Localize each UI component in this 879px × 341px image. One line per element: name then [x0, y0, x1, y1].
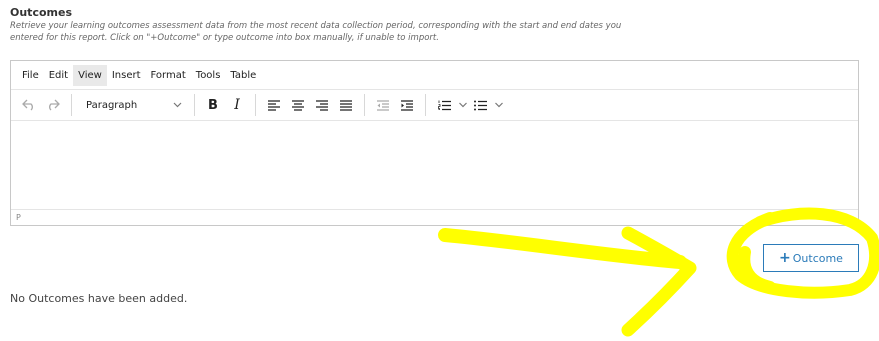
outdent-icon — [377, 99, 389, 111]
menu-edit[interactable]: Edit — [44, 65, 73, 86]
menu-file[interactable]: File — [17, 65, 44, 86]
editor-content-area[interactable] — [11, 121, 858, 209]
bullet-list-button[interactable] — [468, 93, 504, 117]
align-justify-icon — [340, 99, 352, 111]
bold-button[interactable]: B — [201, 93, 225, 117]
numbered-list-main[interactable] — [432, 93, 456, 117]
indent-icon — [401, 99, 413, 111]
align-justify-button[interactable] — [334, 93, 358, 117]
numbered-list-button[interactable] — [432, 93, 468, 117]
italic-icon: I — [234, 97, 240, 113]
chevron-down-icon — [173, 102, 182, 108]
chevron-down-icon[interactable] — [494, 102, 504, 108]
empty-state-message: No Outcomes have been added. — [10, 292, 188, 305]
bullet-list-icon — [473, 100, 487, 110]
menu-table[interactable]: Table — [225, 65, 261, 86]
rich-text-editor: File Edit View Insert Format Tools Table… — [10, 60, 859, 226]
editor-toolbar: Paragraph B I — [11, 89, 858, 121]
plus-icon: + — [779, 250, 791, 266]
align-right-icon — [316, 99, 328, 111]
toolbar-divider — [364, 94, 365, 116]
undo-icon — [22, 99, 33, 111]
toolbar-divider — [425, 94, 426, 116]
block-format-value: Paragraph — [86, 99, 138, 111]
indent-button[interactable] — [395, 93, 419, 117]
menu-format[interactable]: Format — [146, 65, 191, 86]
add-outcome-label: Outcome — [792, 251, 843, 265]
align-left-icon — [268, 99, 280, 111]
undo-button[interactable] — [17, 93, 41, 117]
align-left-button[interactable] — [262, 93, 286, 117]
align-center-icon — [292, 99, 304, 111]
bold-icon: B — [208, 97, 218, 113]
element-path[interactable]: P — [16, 213, 21, 222]
block-format-select[interactable]: Paragraph — [78, 93, 188, 117]
redo-button[interactable] — [41, 93, 65, 117]
toolbar-divider — [255, 94, 256, 116]
section-help-text: Retrieve your learning outcomes assessme… — [10, 21, 622, 43]
editor-menubar: File Edit View Insert Format Tools Table — [11, 61, 858, 89]
toolbar-divider — [194, 94, 195, 116]
menu-tools[interactable]: Tools — [191, 65, 226, 86]
italic-button[interactable]: I — [225, 93, 249, 117]
outdent-button[interactable] — [371, 93, 395, 117]
toolbar-divider — [71, 94, 72, 116]
menu-insert[interactable]: Insert — [107, 65, 146, 86]
menu-view[interactable]: View — [73, 64, 107, 86]
numbered-list-icon — [437, 100, 451, 110]
section-title: Outcomes — [10, 6, 72, 19]
chevron-down-icon[interactable] — [458, 102, 468, 108]
align-right-button[interactable] — [310, 93, 334, 117]
add-outcome-button[interactable]: + Outcome — [763, 244, 859, 272]
redo-icon — [49, 99, 60, 111]
bullet-list-main[interactable] — [468, 93, 492, 117]
editor-statusbar: P — [11, 209, 858, 225]
align-center-button[interactable] — [286, 93, 310, 117]
